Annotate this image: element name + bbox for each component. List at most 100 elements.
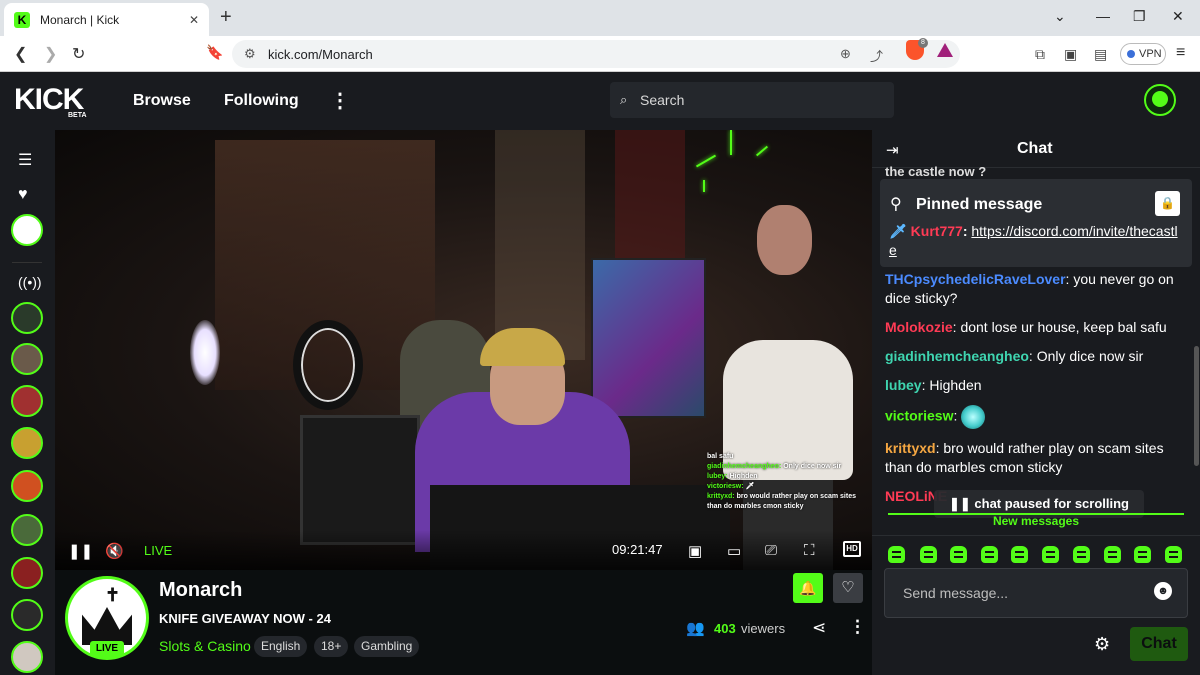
chevron-down-icon[interactable]: ⌄ <box>1054 8 1066 25</box>
chat-username[interactable]: Molokozie <box>885 319 953 335</box>
lock-icon[interactable]: 🔒 <box>1155 191 1180 216</box>
emote-icon[interactable] <box>920 546 937 563</box>
more-menu-icon[interactable]: ⋮ <box>330 88 350 113</box>
sidebar-channel-avatar[interactable] <box>11 514 43 546</box>
nav-browse[interactable]: Browse <box>133 92 191 110</box>
vpn-button[interactable]: VPN <box>1120 43 1166 65</box>
minimize-icon[interactable]: — <box>1096 8 1110 24</box>
overlay-text: 🗡 <box>743 483 755 490</box>
close-icon[interactable]: ✕ <box>189 13 199 27</box>
brave-rewards-icon[interactable] <box>937 43 953 57</box>
overlay-chat-line: lubey: Highden <box>707 472 857 482</box>
crown-icon <box>82 607 132 645</box>
chat-settings-gear-icon[interactable]: ⚙ <box>1094 634 1110 655</box>
chat-username[interactable]: krittyxd <box>885 440 936 456</box>
url-field[interactable]: ⚙ kick.com/Monarch ⊕ ⤴ <box>232 40 960 68</box>
forward-icon[interactable]: ❯ <box>44 44 57 64</box>
sidebar-channel-avatar[interactable] <box>11 214 43 246</box>
emoji-picker-icon[interactable]: ☻ <box>1154 582 1172 600</box>
sidebar-channel-avatar[interactable] <box>11 343 43 375</box>
sidebar-channel-avatar[interactable] <box>11 302 43 334</box>
quality-button[interactable]: HD <box>843 541 861 557</box>
new-messages-divider[interactable]: New messages <box>888 513 1184 529</box>
browser-menu-icon[interactable]: ≡ <box>1176 44 1185 62</box>
chat-username[interactable]: THCpsychedelicRaveLover <box>885 271 1066 287</box>
tag-gambling[interactable]: Gambling <box>354 636 420 657</box>
chat-username[interactable]: victoriesw <box>885 408 953 424</box>
address-bar: ❮ ❯ ↻ 🔖 ⚙ kick.com/Monarch ⊕ ⤴ 8 ⧉ ▣ ▤ V… <box>0 36 1200 72</box>
emote-icon[interactable] <box>1104 546 1121 563</box>
emote-icon[interactable] <box>1011 546 1028 563</box>
send-chat-button[interactable]: Chat <box>1130 627 1188 661</box>
kick-favicon-icon: K <box>14 11 30 28</box>
send-message-box[interactable]: ☻ <box>884 568 1188 618</box>
chat-text: Only dice now sir <box>1036 348 1144 364</box>
overlay-chat-line: giadinhemcheangheo: Only dice now sir <box>707 462 857 472</box>
heart-icon[interactable]: ♥ <box>18 186 28 204</box>
search-input[interactable] <box>640 82 880 118</box>
video-scene-laser <box>730 130 732 155</box>
wallet-icon[interactable]: ▤ <box>1094 46 1107 63</box>
emote-icon[interactable] <box>1042 546 1059 563</box>
tag-18plus[interactable]: 18+ <box>314 636 349 657</box>
emote-icon[interactable] <box>888 546 905 563</box>
video-scene-standing-man <box>723 205 853 570</box>
sidebar-channel-avatar[interactable] <box>11 599 43 631</box>
stream-overlay-chat: bal safu giadinhemcheangheo: Only dice n… <box>707 452 857 512</box>
viewer-count: 403 <box>714 621 736 636</box>
pip-icon[interactable]: ▣ <box>688 542 702 560</box>
kick-logo[interactable]: KICK <box>14 85 84 115</box>
site-info-icon[interactable]: ⚙ <box>244 46 256 62</box>
send-message-input[interactable] <box>903 569 1143 617</box>
share-page-icon[interactable]: ⤴ <box>870 46 883 65</box>
sidebar-channel-avatar[interactable] <box>11 427 43 459</box>
browser-tab[interactable]: K Monarch | Kick ✕ <box>4 3 209 36</box>
collapse-chat-icon[interactable]: ⇥ <box>886 141 899 159</box>
nav-following[interactable]: Following <box>224 92 299 110</box>
stream-category[interactable]: Slots & Casino <box>159 638 251 654</box>
video-scene-head <box>757 205 812 275</box>
sidebar-channel-avatar[interactable] <box>11 557 43 589</box>
sidebar-channel-avatar[interactable] <box>11 385 43 417</box>
expand-sidebar-icon[interactable]: ☰ <box>18 150 32 170</box>
chat-username[interactable]: giadinhemcheangheo <box>885 348 1029 364</box>
pinned-user[interactable]: Kurt777 <box>911 223 963 239</box>
emote-icon[interactable] <box>1134 546 1151 563</box>
bookmark-icon[interactable]: 🔖 <box>206 44 223 61</box>
share-icon[interactable]: ⋖ <box>812 618 826 638</box>
new-tab-button[interactable]: + <box>220 6 232 29</box>
sidebar-toggle-icon[interactable]: ▣ <box>1064 46 1077 63</box>
zoom-icon[interactable]: ⊕ <box>840 46 851 62</box>
live-broadcast-icon[interactable]: ((•)) <box>18 274 42 290</box>
video-player[interactable]: bal safu giadinhemcheangheo: Only dice n… <box>55 130 872 570</box>
overlay-text: Highden <box>727 473 758 480</box>
clip-icon[interactable]: ⎚ <box>765 542 777 559</box>
theater-mode-icon[interactable]: ▭ <box>727 542 741 560</box>
chat-scrollbar[interactable] <box>1194 346 1199 466</box>
reload-icon[interactable]: ↻ <box>72 44 85 64</box>
more-options-icon[interactable]: ⋮ <box>849 617 866 637</box>
sidebar-channel-avatar[interactable] <box>11 470 43 502</box>
window-close-icon[interactable]: ✕ <box>1172 8 1184 25</box>
fullscreen-icon[interactable]: ⛶ <box>804 542 815 559</box>
channel-name[interactable]: Monarch <box>159 579 242 602</box>
tag-english[interactable]: English <box>254 636 308 657</box>
back-icon[interactable]: ❮ <box>14 44 27 64</box>
chat-username[interactable]: lubey <box>885 377 922 393</box>
extensions-icon[interactable]: ⧉ <box>1035 46 1045 63</box>
sword-badge-icon: 🗡 <box>889 223 907 239</box>
search-box[interactable]: ⌕ <box>610 82 894 118</box>
gift-subscription-button[interactable]: ♡ <box>833 573 863 603</box>
user-avatar[interactable] <box>1144 84 1176 116</box>
mute-icon[interactable]: 🔇 <box>105 542 124 560</box>
emote-icon[interactable] <box>1073 546 1090 563</box>
pause-icon[interactable]: ❚❚ <box>68 542 93 560</box>
emote-icon[interactable] <box>1165 546 1182 563</box>
follow-bell-button[interactable]: 🔔 <box>793 573 823 603</box>
sidebar-channel-avatar[interactable] <box>11 641 43 673</box>
emote-icon[interactable] <box>981 546 998 563</box>
emote-icon[interactable] <box>950 546 967 563</box>
restore-icon[interactable]: ❐ <box>1133 8 1146 25</box>
chat-message: victoriesw: <box>885 405 1190 429</box>
chat-scrolled-message: the castle now ? <box>885 164 987 179</box>
